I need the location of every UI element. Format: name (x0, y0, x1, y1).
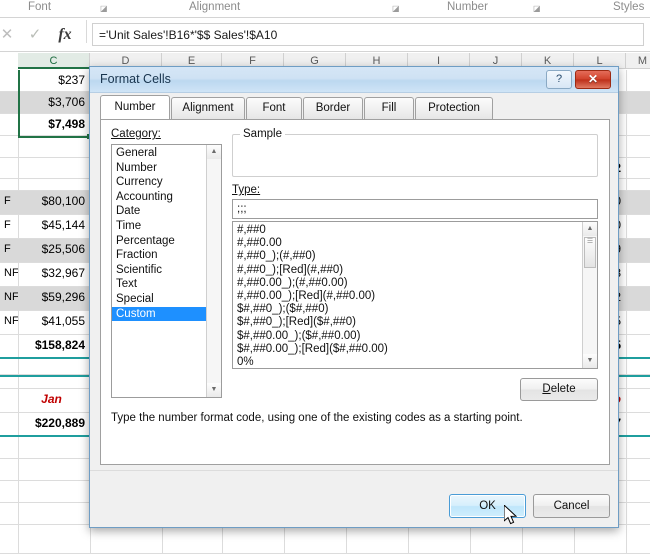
dialog-launcher-icon[interactable]: ◪ (392, 4, 401, 13)
dialog-title-bar[interactable]: Format Cells ? ✕ (90, 67, 618, 93)
cell-selection-box (18, 70, 91, 138)
cancel-button[interactable]: Cancel (533, 494, 610, 518)
cell-amount[interactable]: $41,055 (18, 311, 90, 334)
type-option[interactable]: #,##0.00_);[Red](#,##0.00) (233, 290, 581, 303)
delete-button-label-rest: elete (550, 383, 576, 395)
delete-button[interactable]: Delete (520, 378, 598, 401)
type-option[interactable]: $#,##0_);[Red]($#,##0) (233, 316, 581, 329)
dialog-launcher-icon[interactable]: ◪ (100, 4, 109, 13)
ribbon-group-font: Font (28, 1, 52, 13)
cell-amount[interactable]: $80,100 (18, 191, 90, 214)
dialog-tabs: Number Alignment Font Border Fill Protec… (100, 95, 610, 119)
tab-fill[interactable]: Fill (364, 97, 414, 119)
scroll-down-icon[interactable]: ▼ (583, 354, 597, 368)
row-label: NF (4, 315, 18, 327)
category-item[interactable]: Text (112, 277, 207, 292)
scroll-down-icon[interactable]: ▼ (207, 383, 221, 397)
cell-amount[interactable]: $45,144 (18, 215, 90, 238)
scroll-up-icon[interactable]: ▲ (583, 222, 597, 236)
category-item[interactable]: Currency (112, 175, 207, 190)
close-icon[interactable]: ✕ (575, 70, 611, 89)
cell-amount[interactable]: $59,296 (18, 287, 90, 310)
row-label: F (4, 243, 11, 255)
type-scrollbar[interactable]: ▲ ☰ ▼ (582, 222, 597, 368)
row-label: F (4, 195, 11, 207)
type-option[interactable]: $#,##0.00_);[Red]($#,##0.00) (233, 343, 581, 356)
ribbon-group-alignment: Alignment (189, 1, 241, 13)
ribbon-group-labels: Font ◪ Alignment ◪ Number ◪ Styles (0, 0, 650, 18)
column-header-m[interactable]: M (626, 53, 650, 69)
type-option[interactable]: #,##0_);[Red](#,##0) (233, 264, 581, 277)
insert-function-icon[interactable]: fx (52, 25, 78, 45)
category-item[interactable]: Time (112, 219, 207, 234)
sample-groupbox (232, 134, 598, 177)
formula-bar: ✕ ✓ fx ='Unit Sales'!B16*'$$ Sales'!$A10 (0, 18, 650, 51)
tab-alignment[interactable]: Alignment (171, 97, 245, 119)
formula-bar-divider (86, 20, 87, 43)
row-label: NF (4, 267, 18, 279)
formula-bar-divider-bottom (0, 51, 650, 52)
table-row[interactable] (0, 525, 650, 554)
ribbon-group-number: Number (447, 1, 488, 13)
delete-button-label-first: D (542, 383, 551, 395)
checkmark-icon[interactable]: ✓ (22, 25, 48, 45)
cell-amount[interactable]: $32,967 (18, 263, 90, 286)
type-listbox[interactable]: #,##0 #,##0.00 #,##0_);(#,##0) #,##0_);[Red… (232, 221, 598, 369)
help-button[interactable]: ? (546, 70, 572, 89)
category-item[interactable]: Accounting (112, 190, 207, 205)
ribbon-group-styles: Styles (613, 1, 645, 13)
cancel-icon[interactable]: ✕ (0, 25, 20, 45)
help-text: Type the number format code, using one o… (111, 412, 523, 424)
type-option[interactable]: #,##0_);(#,##0) (233, 250, 581, 263)
dialog-title: Format Cells (100, 72, 171, 86)
category-item[interactable]: Number (112, 161, 207, 176)
type-option[interactable]: $#,##0.00_);($#,##0.00) (233, 330, 581, 343)
category-item[interactable]: Date (112, 204, 207, 219)
tab-border[interactable]: Border (303, 97, 363, 119)
formula-input[interactable]: ='Unit Sales'!B16*'$$ Sales'!$A10 (92, 23, 644, 46)
type-option[interactable]: #,##0.00 (233, 237, 581, 250)
ok-button[interactable]: OK (449, 494, 526, 518)
category-item[interactable]: Scientific (112, 263, 207, 278)
format-cells-dialog: Format Cells ? ✕ Number Alignment Font B… (89, 66, 619, 528)
cell-grand-total[interactable]: $220,889 (18, 413, 90, 435)
scrollbar-thumb[interactable]: ☰ (584, 237, 596, 268)
type-option[interactable]: $#,##0_);($#,##0) (233, 303, 581, 316)
category-item[interactable]: Custom (112, 306, 207, 322)
tab-font[interactable]: Font (246, 97, 302, 119)
type-label: Type: (232, 184, 261, 196)
type-option[interactable]: #,##0 (233, 224, 581, 237)
number-tab-panel: Category: General Number Currency Accountin… (100, 119, 610, 465)
category-listbox[interactable]: General Number Currency Accounting Date Time P… (111, 144, 222, 398)
cell-amount[interactable]: $25,506 (18, 239, 90, 262)
category-item[interactable]: Percentage (112, 234, 207, 249)
category-item[interactable]: General (112, 146, 207, 161)
category-item[interactable]: Fraction (112, 248, 207, 263)
category-item[interactable]: Special (112, 292, 207, 307)
row-label: NF (4, 291, 18, 303)
category-scrollbar[interactable]: ▲ ▼ (206, 145, 221, 397)
column-header-c[interactable]: C (18, 53, 90, 69)
type-option[interactable]: 0% (233, 356, 581, 368)
dialog-launcher-icon[interactable]: ◪ (533, 4, 542, 13)
type-input[interactable]: ;;; (232, 199, 598, 219)
category-label: Category: (111, 128, 161, 140)
cell-month-label[interactable]: Jan (18, 389, 90, 412)
tab-number[interactable]: Number (100, 95, 170, 119)
cell-total[interactable]: $158,824 (18, 335, 90, 357)
formula-bar-icons: ✕ ✓ fx (0, 22, 88, 47)
type-option[interactable]: #,##0.00_);(#,##0.00) (233, 277, 581, 290)
scroll-up-icon[interactable]: ▲ (207, 145, 221, 159)
row-label: F (4, 219, 11, 231)
tab-protection[interactable]: Protection (415, 97, 493, 119)
sample-label: Sample (240, 128, 285, 140)
